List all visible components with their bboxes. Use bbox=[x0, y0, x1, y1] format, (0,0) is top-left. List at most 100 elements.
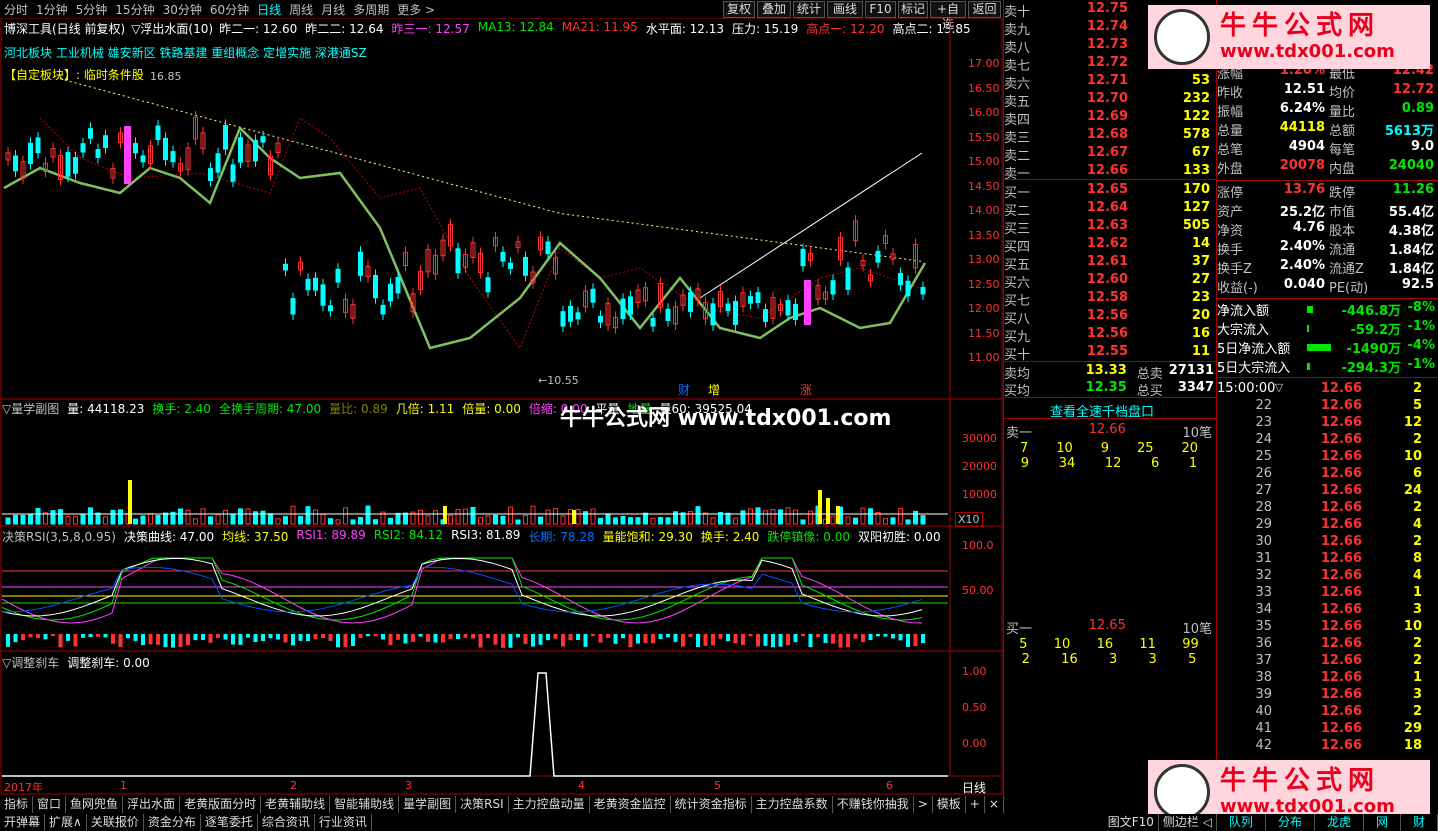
info-tab-4[interactable]: 逐笔委托 bbox=[201, 814, 258, 831]
order-book-row[interactable]: 买四 12.62 14 bbox=[1004, 236, 1214, 255]
order-book-row[interactable]: 买九 12.56 16 bbox=[1004, 326, 1214, 345]
toolbar-button-4[interactable]: F10 bbox=[865, 1, 896, 18]
tick-time: 35 bbox=[1255, 619, 1272, 634]
brkhdr-item-0[interactable]: ▽调整刹车 bbox=[2, 654, 59, 671]
candle-body bbox=[523, 256, 528, 276]
indicator-tab-7[interactable]: 量学副图 bbox=[399, 796, 457, 813]
rsihdr-item-0[interactable]: 决策RSI(3,5,8,0.95) bbox=[2, 528, 116, 545]
stat-value: 9.0 bbox=[1410, 139, 1434, 154]
rsi-bar bbox=[426, 634, 430, 642]
order-book-row[interactable]: 买六 12.60 27 bbox=[1004, 272, 1214, 291]
candle-body bbox=[140, 155, 146, 163]
indicator-tab-15[interactable]: 模板 bbox=[933, 796, 966, 813]
indicator-tab-10[interactable]: 老黄资金监控 bbox=[590, 796, 671, 813]
info-tab-2[interactable]: 关联报价 bbox=[87, 814, 144, 831]
order-book-row[interactable]: 买二 12.64 127 bbox=[1004, 200, 1214, 219]
rsi-bar bbox=[673, 634, 678, 642]
order-book-row[interactable]: 卖四 12.69 122 bbox=[1004, 109, 1214, 128]
indicator-tab-13[interactable]: 不赚钱你抽我 bbox=[833, 796, 914, 813]
volume-bar bbox=[826, 498, 830, 524]
candle-body bbox=[305, 278, 311, 291]
event-label[interactable]: 财 bbox=[678, 383, 690, 397]
side-tab-4[interactable]: 龙虎 bbox=[1315, 814, 1364, 831]
toolbar-button-6[interactable]: +自选 bbox=[930, 1, 966, 31]
indicator-tab-16[interactable]: + bbox=[966, 796, 985, 813]
tick-header-row[interactable]: 15:00:00 ▽ 12.66 2 bbox=[1217, 381, 1427, 398]
rsi-bar bbox=[171, 634, 175, 648]
order-book-row[interactable]: 买五 12.61 37 bbox=[1004, 254, 1214, 273]
indicator-tab-12[interactable]: 主力控盘系数 bbox=[752, 796, 833, 813]
volhdr-item-0[interactable]: ▽量学副图 bbox=[2, 400, 59, 417]
qiandang-button[interactable]: 查看全速千档盘口 bbox=[1050, 401, 1154, 420]
side-tab-1[interactable]: 侧边栏 ◁ bbox=[1159, 814, 1217, 831]
indicator-tab-5[interactable]: 老黄辅助线 bbox=[261, 796, 331, 813]
info-tab-5[interactable]: 综合资讯 bbox=[258, 814, 315, 831]
info-tab-3[interactable]: 资金分布 bbox=[144, 814, 201, 831]
indicator-tab-3[interactable]: 浮出水面 bbox=[123, 796, 181, 813]
tick-price: 12.66 bbox=[1320, 585, 1362, 600]
order-book-row[interactable]: 卖六 12.71 53 bbox=[1004, 73, 1214, 92]
order-book-row[interactable]: 买三 12.63 505 bbox=[1004, 218, 1214, 237]
order-book-row[interactable]: 卖三 12.68 578 bbox=[1004, 127, 1214, 146]
period-tab-4[interactable]: 30分钟 bbox=[159, 1, 206, 18]
order-book-row[interactable]: 卖五 12.70 232 bbox=[1004, 91, 1214, 110]
toolbar-button-7[interactable]: 返回 bbox=[968, 1, 1001, 18]
tick-dropdown-icon[interactable]: ▽ bbox=[1272, 381, 1286, 398]
period-tab-10[interactable]: 更多 > bbox=[393, 1, 439, 18]
period-tab-8[interactable]: 月线 bbox=[317, 1, 349, 18]
indicator-tab-6[interactable]: 智能辅助线 bbox=[330, 796, 400, 813]
indicator-tab-2[interactable]: 鱼网兜鱼 bbox=[66, 796, 124, 813]
indicator-tab-17[interactable]: × bbox=[985, 796, 1004, 813]
order-book-row[interactable]: 买一 12.65 170 bbox=[1004, 182, 1214, 201]
toolbar-button-5[interactable]: 标记 bbox=[898, 1, 928, 18]
period-tab-0[interactable]: 分时 bbox=[0, 1, 32, 18]
period-tab-1[interactable]: 1分钟 bbox=[32, 1, 72, 18]
tick-volume: 2 bbox=[1412, 432, 1422, 447]
toolbar-button-0[interactable]: 复权 bbox=[723, 1, 755, 18]
order-book-row[interactable]: 卖一 12.66 133 bbox=[1004, 163, 1214, 182]
period-tab-7[interactable]: 周线 bbox=[285, 1, 317, 18]
order-book-row[interactable]: 买七 12.58 23 bbox=[1004, 290, 1214, 309]
indicator-tab-9[interactable]: 主力控盘动量 bbox=[509, 796, 590, 813]
period-tab-6[interactable]: 日线 bbox=[253, 1, 285, 18]
rsi-bar bbox=[868, 634, 873, 641]
side-tab-3[interactable]: 分布 bbox=[1266, 814, 1315, 831]
period-tab-9[interactable]: 多周期 bbox=[349, 1, 393, 18]
toolbar-button-3[interactable]: 画线 bbox=[827, 1, 863, 18]
rsi-bar bbox=[321, 634, 325, 639]
toolbar-button-2[interactable]: 统计 bbox=[793, 1, 825, 18]
total-label: 总买 bbox=[1136, 384, 1163, 399]
indicator-tab-11[interactable]: 统计资金指标 bbox=[671, 796, 752, 813]
period-tab-3[interactable]: 15分钟 bbox=[111, 1, 158, 18]
info-tab-0[interactable]: 开弹幕 bbox=[0, 814, 46, 831]
side-tab-0[interactable]: 图文F10 bbox=[1104, 814, 1159, 831]
tick-time: 24 bbox=[1255, 432, 1272, 447]
event-label[interactable]: 增 bbox=[708, 383, 720, 397]
stat-row: 昨收 12.51 均价 12.72 bbox=[1217, 82, 1438, 101]
indicator-tab-4[interactable]: 老黄版面分时 bbox=[180, 796, 262, 813]
stat-value: 11.26 bbox=[1392, 182, 1434, 197]
indicator-tab-1[interactable]: 窗口 bbox=[33, 796, 67, 813]
indicator-tab-0[interactable]: 指标 bbox=[0, 796, 34, 813]
period-tab-5[interactable]: 60分钟 bbox=[206, 1, 253, 18]
order-book-row[interactable]: 卖二 12.67 67 bbox=[1004, 145, 1214, 164]
ob-price: 12.70 bbox=[1086, 91, 1128, 106]
side-tab-6[interactable]: 财 bbox=[1401, 814, 1438, 831]
order-book-row[interactable]: 买八 12.56 20 bbox=[1004, 308, 1214, 327]
info-tab-1[interactable]: 扩展∧ bbox=[45, 814, 87, 831]
order-book-row[interactable]: 买十 12.55 11 bbox=[1004, 344, 1214, 363]
toolbar-button-1[interactable]: 叠加 bbox=[757, 1, 791, 18]
event-label[interactable]: 涨 bbox=[800, 382, 812, 397]
rsi-bar bbox=[58, 634, 63, 648]
volume-bar bbox=[785, 507, 791, 525]
indicator-tab-14[interactable]: > bbox=[914, 796, 933, 813]
info-tab-6[interactable]: 行业资讯 bbox=[315, 814, 372, 831]
signal-bar bbox=[124, 126, 131, 184]
side-tab-2[interactable]: 队列 bbox=[1217, 814, 1266, 831]
tick-volume: 2 bbox=[1412, 704, 1422, 719]
period-tab-2[interactable]: 5分钟 bbox=[72, 1, 112, 18]
indicator-tab-8[interactable]: 决策RSI bbox=[456, 796, 509, 813]
tick-row: 38 12.66 1 bbox=[1217, 670, 1427, 687]
side-tab-5[interactable]: 网 bbox=[1364, 814, 1401, 831]
rsi-bar bbox=[193, 634, 198, 641]
